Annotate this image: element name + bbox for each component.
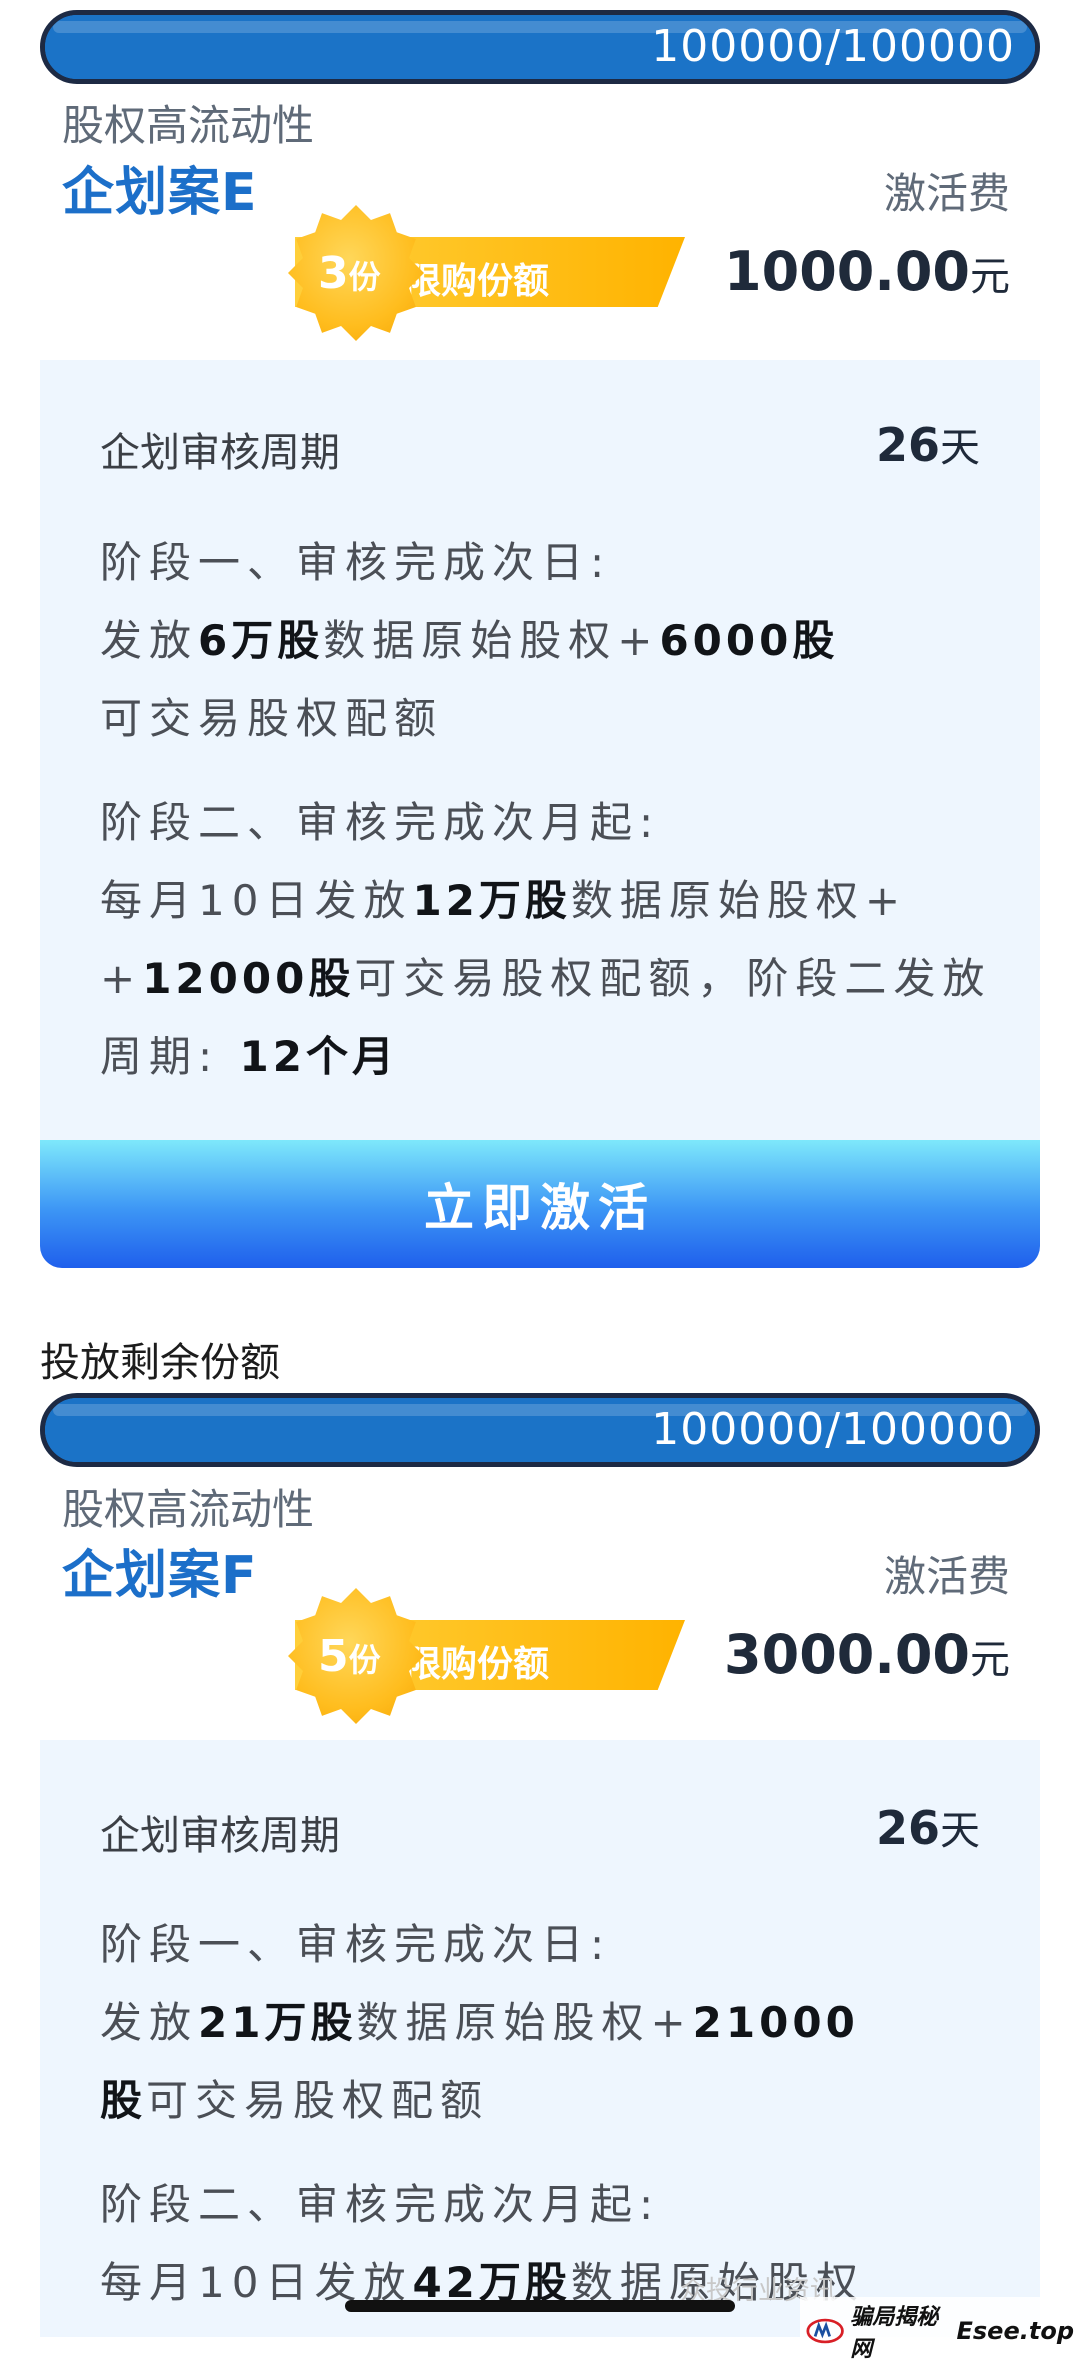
site-logo-icon <box>806 2318 844 2344</box>
quota-section-title: 投放剩余份额 <box>40 1340 280 1386</box>
review-cycle-label: 企划审核周期 <box>100 1813 340 1859</box>
review-cycle-value: 26天 <box>875 418 980 472</box>
progress-text: 100000/100000 <box>651 1404 1015 1455</box>
stage1-description: 阶段一、审核完成次日: 发放6万股数据原始股权+6000股 可交易股权配额 <box>100 538 839 743</box>
quota-label: 限购份额 <box>405 261 550 302</box>
review-cycle-value: 26天 <box>875 1801 980 1855</box>
plan-category: 股权高流动性 <box>62 1485 315 1534</box>
activation-fee-amount: 3000.00元 <box>724 1623 1010 1686</box>
activation-fee-label: 激活费 <box>883 169 1010 218</box>
review-cycle-label: 企划审核周期 <box>100 430 340 476</box>
plan-name: 企划案F <box>62 1546 258 1606</box>
home-indicator[interactable] <box>345 2300 735 2312</box>
remaining-quota-progress-bar: 100000/100000 <box>40 10 1040 84</box>
quota-count: 5份 <box>318 1631 381 1682</box>
progress-text: 100000/100000 <box>651 21 1015 72</box>
plan-category: 股权高流动性 <box>62 101 315 150</box>
stage2-description: 阶段二、审核完成次月起: 每月10日发放12万股数据原始股权+ +12000股可… <box>100 798 992 1081</box>
plan-name: 企划案E <box>62 163 258 223</box>
stage1-description: 阶段一、审核完成次日: 发放21万股数据原始股权+21000 股可交易股权配额 <box>100 1920 859 2125</box>
activate-button[interactable]: 立即激活 <box>40 1140 1040 1268</box>
activation-fee-amount: 1000.00元 <box>724 240 1010 303</box>
quota-count: 3份 <box>318 248 381 299</box>
activation-fee-label: 激活费 <box>883 1552 1010 1601</box>
quota-label: 限购份额 <box>405 1644 550 1685</box>
site-logo: 骗局揭秘网 Esee.top <box>800 2297 1080 2365</box>
remaining-quota-progress-bar: 100000/100000 <box>40 1393 1040 1467</box>
